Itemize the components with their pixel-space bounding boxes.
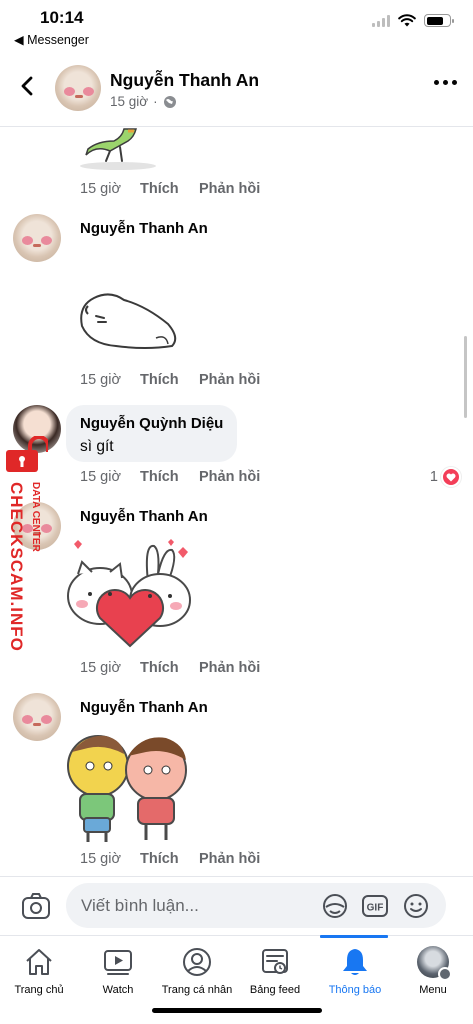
bell-icon: [343, 949, 367, 975]
avatar[interactable]: [13, 693, 61, 741]
reply-button[interactable]: Phản hồi: [199, 660, 260, 676]
header-subtitle: 15 giờ ·: [110, 94, 177, 109]
menu-avatar: [417, 946, 452, 981]
comment-author[interactable]: Nguyễn Thanh An: [80, 508, 208, 525]
comment-actions: 15 giờ Thích Phản hồi: [80, 851, 260, 867]
wifi-icon: [398, 14, 416, 27]
reaction-count: 1: [429, 469, 438, 485]
scrollbar[interactable]: [464, 336, 467, 418]
avatar[interactable]: [13, 214, 61, 262]
comment-text: sì gít: [80, 438, 114, 455]
comment-author[interactable]: Nguyễn Quỳnh Diệu: [80, 415, 223, 432]
comment-actions: 15 giờ Thích Phản hồi: [80, 372, 260, 388]
reply-button[interactable]: Phản hồi: [199, 851, 260, 867]
emoji-icon[interactable]: [403, 893, 429, 919]
comment-actions: 15 giờ Thích Phản hồi: [80, 660, 260, 676]
home-indicator: [152, 1008, 322, 1013]
back-arrow-icon[interactable]: [16, 74, 40, 98]
status-icons: [372, 14, 454, 27]
comment-time: 15 giờ: [80, 851, 121, 867]
comment-actions: 15 giờ Thích Phản hồi: [80, 181, 260, 197]
comment-time: 15 giờ: [80, 181, 121, 197]
reply-button[interactable]: Phản hồi: [199, 372, 260, 388]
watermark-sub: DATA CENTER: [30, 482, 41, 552]
comment-author[interactable]: Nguyễn Thanh An: [80, 699, 208, 716]
bunny-heart-sticker: [67, 539, 191, 648]
comment-input[interactable]: Viết bình luận... GIF: [66, 883, 446, 928]
watermark: CHECKSCAM.INFO DATA CENTER: [0, 436, 52, 666]
more-options-icon[interactable]: [434, 80, 457, 85]
header-name[interactable]: Nguyễn Thanh An: [110, 70, 259, 91]
reaction-summary[interactable]: 1: [430, 467, 461, 487]
feed-icon: [262, 949, 288, 974]
nav-label: Menu: [419, 984, 447, 996]
seal-sticker: [80, 293, 177, 349]
like-button[interactable]: Thích: [140, 469, 199, 485]
like-button[interactable]: Thích: [140, 372, 199, 388]
camera-icon[interactable]: [21, 892, 51, 920]
like-button[interactable]: Thích: [140, 660, 199, 676]
comment-actions: 15 giờ Thích Phản hồi: [80, 469, 260, 485]
nav-menu[interactable]: Menu: [386, 936, 473, 1006]
svg-text:GIF: GIF: [367, 903, 384, 914]
status-bar: 10:14 ◀ Messenger: [0, 0, 473, 50]
profile-icon: [183, 948, 211, 976]
status-time: 10:14: [40, 8, 84, 27]
sticker-icon[interactable]: [322, 893, 348, 919]
header-avatar[interactable]: [55, 65, 101, 111]
like-button[interactable]: Thích: [140, 181, 199, 197]
gif-icon[interactable]: GIF: [362, 893, 388, 919]
couple-sticker: [67, 735, 187, 842]
battery-icon: [424, 14, 454, 27]
padlock-icon: [6, 436, 48, 472]
comment-placeholder: Viết bình luận...: [81, 896, 199, 915]
dinosaur-sticker: [80, 128, 156, 170]
header-separator: ·: [153, 94, 158, 109]
post-header: Nguyễn Thanh An 15 giờ ·: [0, 50, 473, 127]
comment-bubble: Nguyễn Quỳnh Diệu sì gít: [66, 405, 237, 462]
signal-icon: [372, 14, 390, 27]
comment-author[interactable]: Nguyễn Thanh An: [80, 220, 208, 237]
heart-reaction-icon: [441, 467, 461, 487]
reply-button[interactable]: Phản hồi: [199, 181, 260, 197]
comment-time: 15 giờ: [80, 372, 121, 388]
reply-button[interactable]: Phản hồi: [199, 469, 260, 485]
watch-icon: [104, 950, 132, 975]
watermark-main: CHECKSCAM.INFO: [7, 482, 26, 652]
globe-icon: [163, 95, 176, 108]
comment-time: 15 giờ: [80, 660, 121, 676]
like-button[interactable]: Thích: [140, 851, 199, 867]
home-icon: [26, 949, 52, 975]
comment-composer: Viết bình luận... GIF: [0, 876, 473, 935]
comment-time: 15 giờ: [80, 469, 121, 485]
header-time: 15 giờ: [110, 94, 149, 109]
back-to-messenger[interactable]: ◀ Messenger: [14, 32, 89, 47]
menu-badge-icon: [438, 967, 452, 981]
